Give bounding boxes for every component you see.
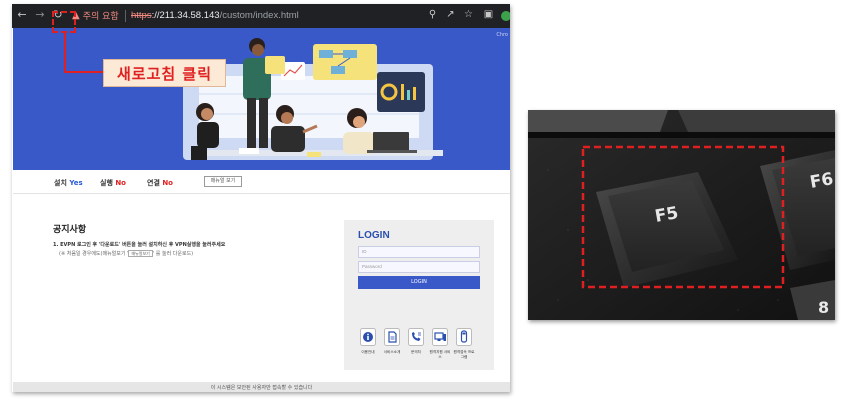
reload-highlight-box	[52, 11, 76, 33]
install-status: 설치 Yes	[54, 178, 83, 188]
login-panel: LOGIN ID Password LOGIN 이용안내 서비스소개 문의처 원…	[344, 220, 494, 370]
footer-text: 이 시스템은 보안된 사용자만 접속할 수 있습니다	[210, 385, 313, 391]
remote-support-icon[interactable]	[432, 328, 448, 346]
connect-value: No	[162, 179, 173, 187]
quick-link-label: 문의처	[411, 350, 421, 354]
quick-link-label: 서비스소개	[383, 350, 401, 354]
url-host: ://211.34.58.143	[151, 10, 220, 21]
login-button[interactable]: LOGIN	[358, 276, 480, 289]
document-icon[interactable]	[384, 328, 400, 346]
notice-line-2-end: ' 를 눌러 다운로드)	[152, 251, 194, 257]
f6-key-label: F6	[808, 169, 835, 193]
url-path: /custom/index.html	[219, 10, 299, 21]
browser-screenshot: ← → ↻ ▲ 주의 요함 https://211.34.58.143/cust…	[12, 4, 510, 392]
callout-leader-horizontal	[64, 71, 104, 73]
url-scheme: https	[131, 10, 152, 21]
eight-key-label: 8	[818, 298, 829, 317]
profile-avatar[interactable]	[501, 11, 510, 21]
run-label: 실행	[100, 179, 113, 187]
quick-link-label: 원격지원 서비스	[429, 350, 451, 359]
share-icon[interactable]: ↗	[444, 8, 457, 22]
callout-leader-vertical	[64, 33, 66, 73]
warning-text: 주의 요함	[82, 11, 119, 22]
team-illustration	[183, 38, 443, 160]
callout-text: 새로고침 클릭	[116, 64, 213, 83]
sidepanel-icon[interactable]: ▣	[482, 8, 495, 22]
address-url[interactable]: https://211.34.58.143/custom/index.html	[131, 8, 299, 23]
refresh-callout: 새로고침 클릭	[103, 59, 226, 87]
back-arrow-icon[interactable]: ←	[15, 8, 29, 22]
install-value: Yes	[69, 179, 83, 187]
keyboard-f5-image: F5 F6 8	[528, 110, 835, 320]
zoom-search-icon[interactable]: ⚲	[426, 8, 439, 22]
notice-title: 공지사항	[53, 225, 87, 235]
forward-arrow-icon[interactable]: →	[33, 8, 47, 22]
browser-toolbar: ← → ↻ ▲ 주의 요함 https://211.34.58.143/cust…	[12, 4, 510, 28]
notice-manual-button[interactable]: 매뉴얼보기	[128, 250, 153, 257]
manual-button[interactable]: 매뉴얼 보기	[204, 176, 242, 187]
info-icon[interactable]	[360, 328, 376, 346]
quick-link-label: 이용안내	[361, 350, 375, 354]
security-warning[interactable]: ▲ 주의 요함	[72, 7, 119, 23]
notice-line-1: 1. EVPN 로그인 후 '다운로드' 버튼을 눌러 설치하신 후 VPN실행…	[53, 242, 226, 248]
hero-banner: Chro	[13, 28, 510, 170]
hero-corner-text: Chro	[496, 32, 508, 38]
keyboard-photo: F5 F6 8	[528, 110, 835, 320]
notice-line-2-start: (※ 처음일 경우에도(매뉴얼보기 '	[59, 251, 129, 257]
run-status: 실행 No	[100, 178, 126, 188]
bookmark-star-icon[interactable]: ☆	[462, 8, 475, 22]
f5-key-label: F5	[653, 203, 680, 227]
agent-status-row: 설치 Yes 실행 No 연결 No 매뉴얼 보기	[13, 170, 510, 194]
install-label: 설치	[54, 179, 67, 187]
password-field[interactable]: Password	[358, 261, 480, 273]
connect-label: 연결	[147, 179, 160, 187]
notice-line-2: (※ 처음일 경우에도(매뉴얼보기 ' 매뉴얼보기 ' 를 눌러 다운로드)	[59, 250, 193, 257]
quick-link-label: 원격접속 프로그램	[453, 350, 475, 359]
phone-icon[interactable]	[408, 328, 424, 346]
main-content: 공지사항 1. EVPN 로그인 후 '다운로드' 버튼을 눌러 설치하신 후 …	[13, 194, 510, 384]
page-footer: 이 시스템은 보안된 사용자만 접속할 수 있습니다	[13, 382, 510, 392]
address-separator	[125, 10, 126, 22]
run-value: No	[115, 179, 126, 187]
login-title: LOGIN	[358, 230, 390, 241]
id-field[interactable]: ID	[358, 246, 480, 258]
connect-status: 연결 No	[147, 178, 173, 188]
usb-icon[interactable]	[456, 328, 472, 346]
